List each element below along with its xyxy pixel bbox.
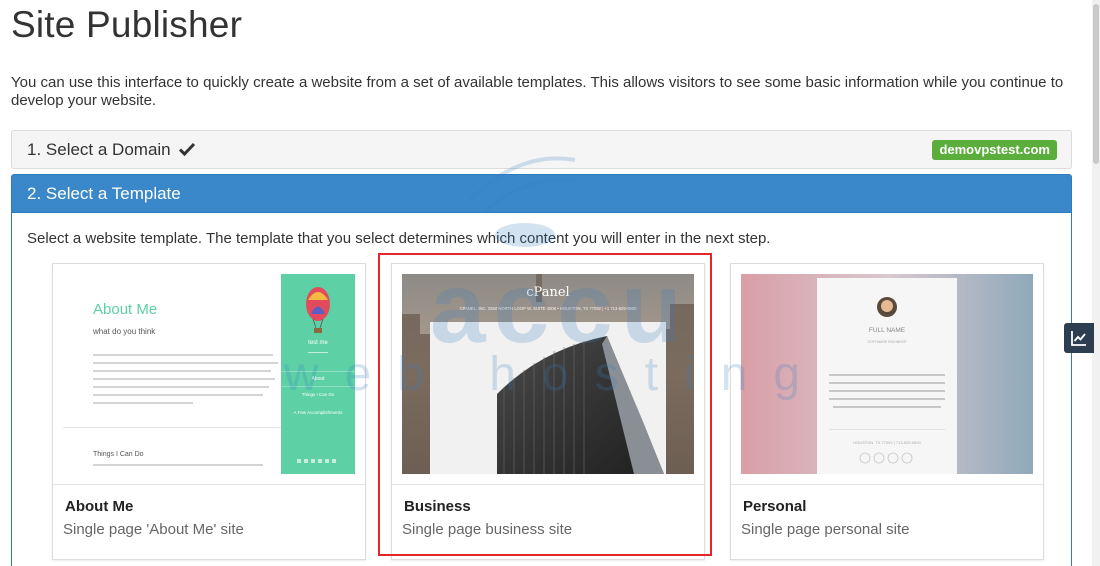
step-select-domain-label: 1. Select a Domain — [27, 140, 196, 160]
thumb-about-sidebar-name: test me — [308, 340, 328, 346]
card-divider — [731, 484, 1043, 485]
template-card-about-me[interactable]: About Me what do you think Things I Can … — [52, 263, 366, 560]
thumb-personal-full-name: FULL NAME — [869, 327, 906, 334]
template-name: Personal — [743, 498, 807, 515]
thumb-about-heading: About Me — [93, 301, 157, 318]
step-select-domain[interactable]: 1. Select a Domain demovpstest.com — [11, 130, 1072, 169]
template-card-personal[interactable]: FULL NAME SOFTWARE ENGINEER HOUSTON, TX … — [730, 263, 1044, 560]
thumb-personal-location: HOUSTON, TX 77092 | 713-529-0800 — [853, 440, 921, 445]
step-select-template-header[interactable]: 2. Select a Template — [12, 175, 1071, 213]
check-icon — [179, 142, 196, 156]
thumb-about-link-2: Things I Can Do — [302, 392, 335, 397]
template-name: About Me — [65, 498, 134, 515]
thumb-business-brand: cPanel — [526, 285, 569, 300]
thumb-about-section: Things I Can Do — [93, 451, 144, 458]
template-description: Single page personal site — [741, 521, 910, 538]
line-chart-icon — [1071, 331, 1086, 346]
intro-text: You can use this interface to quickly cr… — [11, 74, 1064, 109]
thumb-about-subheading: what do you think — [92, 327, 156, 336]
template-description: Single page 'About Me' site — [63, 521, 244, 538]
page-scrollbar[interactable] — [1092, 0, 1100, 566]
template-description: Single page business site — [402, 521, 573, 538]
template-thumbnail-personal: FULL NAME SOFTWARE ENGINEER HOUSTON, TX … — [741, 274, 1033, 474]
analytics-side-button[interactable] — [1064, 323, 1094, 353]
thumb-about-link-1: About — [311, 376, 325, 382]
thumb-about-link-3: A Few Accomplishments — [294, 410, 344, 415]
template-thumbnail-business: cPanel CPANEL, INC. 2550 NORTH LOOP W, S… — [402, 274, 694, 474]
template-name: Business — [404, 498, 471, 515]
card-divider — [53, 484, 365, 485]
selected-domain-badge: demovpstest.com — [932, 140, 1057, 160]
page-title: Site Publisher — [11, 4, 243, 45]
card-divider — [392, 484, 704, 485]
template-thumbnail-about-me: About Me what do you think Things I Can … — [63, 274, 355, 474]
template-card-business[interactable]: cPanel CPANEL, INC. 2550 NORTH LOOP W, S… — [391, 263, 705, 560]
thumb-business-address: CPANEL, INC. 2550 NORTH LOOP W, SUITE 40… — [460, 306, 638, 311]
step-select-template: 2. Select a Template Select a website te… — [11, 174, 1072, 566]
scrollbar-thumb[interactable] — [1093, 4, 1099, 164]
thumb-personal-job-title: SOFTWARE ENGINEER — [868, 340, 907, 344]
step-select-template-description: Select a website template. The template … — [27, 230, 771, 247]
